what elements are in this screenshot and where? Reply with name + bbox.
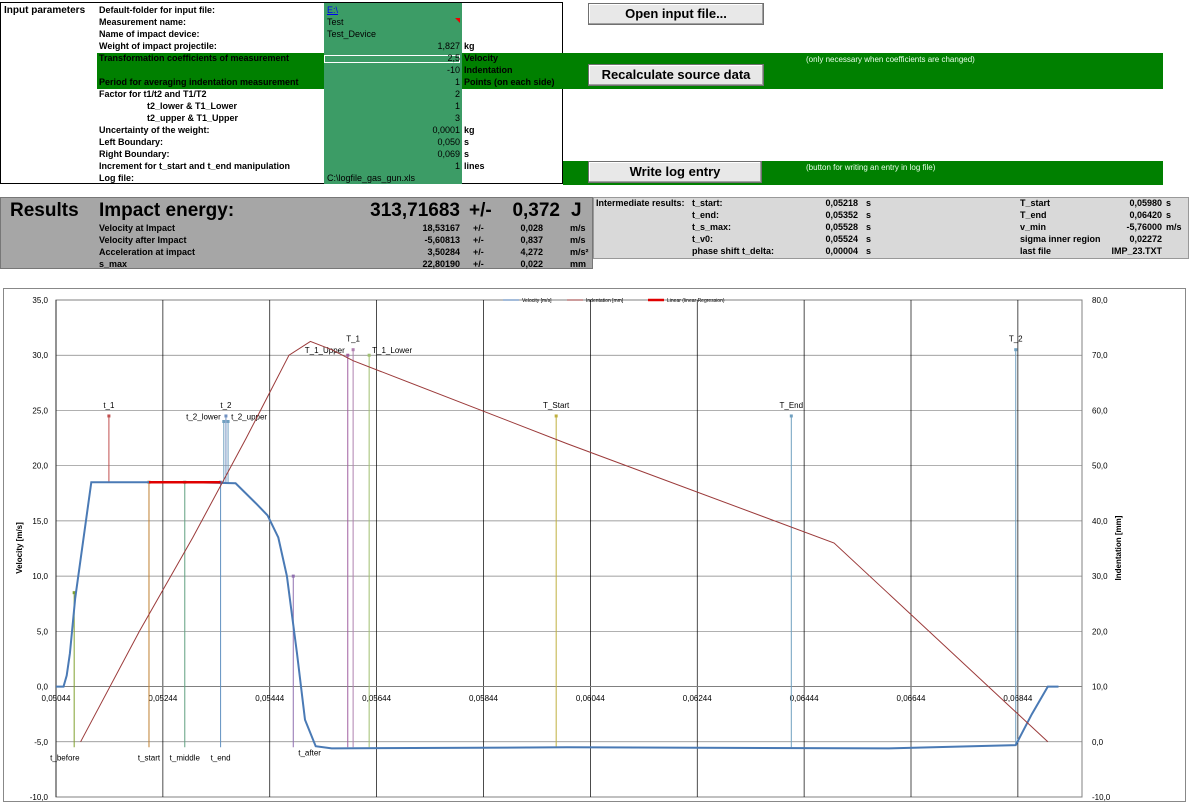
y2-tick-label: 50,0	[1092, 462, 1108, 471]
marker-label: T_1_Lower	[372, 346, 412, 355]
marker-label: t_before	[50, 753, 80, 762]
x-tick-label: 0,05244	[148, 694, 177, 703]
y-tick-label: 0,0	[37, 683, 49, 692]
y2-tick-label: 0,0	[1092, 738, 1104, 747]
marker-point	[222, 419, 226, 423]
x-tick-label: 0,05444	[255, 694, 284, 703]
marker-label: t_start	[138, 753, 161, 762]
y-tick-label: 25,0	[32, 406, 48, 415]
legend-label: Indentation [mm]	[586, 298, 624, 304]
y-tick-label: 15,0	[32, 517, 48, 526]
x-tick-label: 0,06244	[683, 694, 712, 703]
x-tick-label: 0,06044	[576, 694, 605, 703]
marker-point	[226, 419, 230, 423]
y2-tick-label: 30,0	[1092, 572, 1108, 581]
x-tick-label: 0,05844	[469, 694, 498, 703]
marker-point	[107, 414, 111, 418]
y-tick-label: 5,0	[37, 627, 49, 636]
marker-point	[367, 353, 371, 357]
y-tick-label: 20,0	[32, 462, 48, 471]
y2-tick-label: 80,0	[1092, 296, 1108, 305]
marker-label: T_2	[1009, 335, 1023, 344]
marker-label: T_1	[346, 335, 360, 344]
marker-point	[351, 348, 355, 352]
y2-tick-label: 10,0	[1092, 683, 1108, 692]
x-tick-label: 0,06644	[897, 694, 926, 703]
marker-label: T_End	[780, 401, 804, 410]
y2-tick-label: 20,0	[1092, 627, 1108, 636]
y-tick-label: 35,0	[32, 296, 48, 305]
legend-label: Linear (linear Regression)	[667, 298, 725, 304]
series-line-0	[56, 481, 1059, 750]
marker-point	[346, 353, 350, 357]
marker-label: T_Start	[543, 401, 570, 410]
y-tick-label: -10,0	[30, 793, 49, 802]
marker-label: t_1	[103, 401, 115, 410]
x-tick-label: 0,06844	[1003, 694, 1032, 703]
marker-point	[224, 414, 228, 418]
y2-tick-label: 70,0	[1092, 351, 1108, 360]
plot-area	[55, 299, 1083, 798]
x-tick-label: 0,05644	[362, 694, 391, 703]
marker-point	[554, 414, 558, 418]
marker-point	[1014, 348, 1018, 352]
marker-label: t_end	[211, 753, 231, 762]
marker-label: t_2_upper	[231, 412, 267, 421]
marker-label: t_2	[220, 401, 232, 410]
chart: 35,0 30,0 25,0 20,0 15,0 10,0 5,0 0,0 -5,0 -10,0 8…	[15, 296, 1123, 802]
x-tick-label: 0,05044	[42, 694, 71, 703]
marker-label: t_2_lower	[186, 412, 221, 421]
y-tick-label: 10,0	[32, 572, 48, 581]
y-axis-title: Velocity [m/s]	[15, 522, 24, 574]
legend-label: Velocity [m/s]	[522, 298, 552, 304]
x-tick-label: 0,06444	[790, 694, 819, 703]
marker-label: t_after	[298, 748, 321, 757]
y-tick-label: 30,0	[32, 351, 48, 360]
marker-point	[789, 414, 793, 418]
marker-point	[291, 574, 295, 578]
y-tick-label: -5,0	[34, 738, 48, 747]
y2-axis-title: Indentation [mm]	[1114, 515, 1123, 580]
y2-tick-label: 60,0	[1092, 406, 1108, 415]
marker-label: t_middle	[170, 753, 201, 762]
y2-tick-label: -10,0	[1092, 793, 1111, 802]
y2-tick-label: 40,0	[1092, 517, 1108, 526]
